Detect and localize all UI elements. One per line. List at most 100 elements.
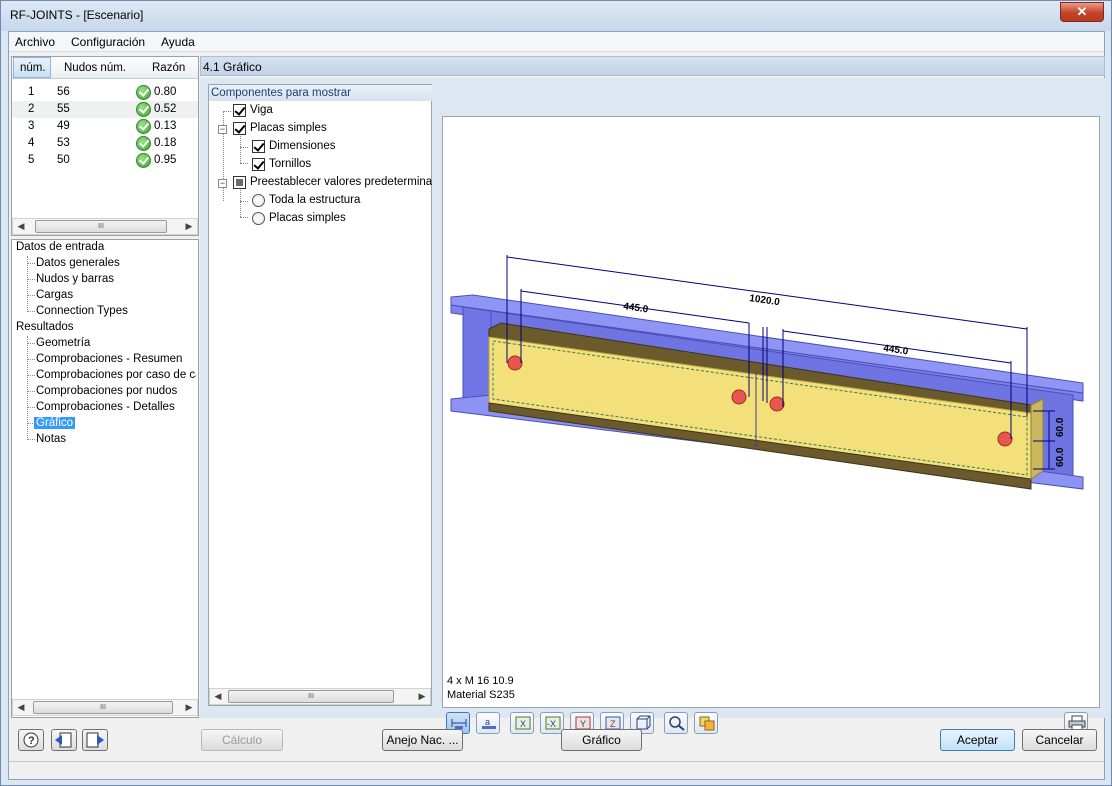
label-placas-radio: Placas simples bbox=[269, 212, 346, 224]
collapse-icon[interactable]: − bbox=[218, 179, 227, 188]
scroll-thumb[interactable]: III bbox=[35, 220, 167, 233]
row-ratio: 0.80 bbox=[154, 86, 177, 98]
graphic-view[interactable]: 1020.0 445.0 445.0 60.0 60.0 4 x M 16 10… bbox=[442, 116, 1100, 708]
check-ok-icon bbox=[136, 85, 151, 100]
nav-item-geometria[interactable]: Geometría bbox=[36, 337, 90, 349]
checkbox-tornillos[interactable] bbox=[252, 158, 265, 171]
col-header-nodes[interactable]: Nudos núm. bbox=[64, 62, 126, 74]
checkbox-placas-simples[interactable] bbox=[233, 122, 246, 135]
row-nodes: 55 bbox=[57, 103, 70, 115]
scroll-right-icon[interactable]: ▶ bbox=[181, 700, 197, 715]
nav-horizontal-scrollbar[interactable]: ◀ III ▶ bbox=[12, 699, 198, 716]
checkbox-dimensiones[interactable] bbox=[252, 140, 265, 153]
table-row[interactable]: 1 56 0.80 bbox=[12, 84, 198, 101]
menu-ayuda[interactable]: Ayuda bbox=[161, 35, 195, 49]
table-row[interactable]: 3 49 0.13 bbox=[12, 118, 198, 135]
row-num: 5 bbox=[28, 154, 35, 166]
radio-placas-simples[interactable] bbox=[252, 212, 265, 225]
row-ratio: 0.52 bbox=[154, 103, 177, 115]
tree-line bbox=[27, 311, 35, 312]
next-button[interactable] bbox=[82, 729, 108, 751]
tree-line bbox=[240, 147, 248, 148]
scroll-left-icon[interactable]: ◀ bbox=[13, 700, 29, 715]
navigator-tree: Datos de entrada Datos generales Nudos y… bbox=[11, 239, 199, 718]
table-horizontal-scrollbar[interactable]: ◀ III ▶ bbox=[12, 218, 198, 235]
collapse-icon[interactable]: − bbox=[218, 125, 227, 134]
tree-line bbox=[240, 217, 248, 218]
components-title: Componentes para mostrar bbox=[209, 85, 433, 101]
tree-line bbox=[240, 136, 241, 163]
close-window-button[interactable]: ✕ bbox=[1060, 2, 1104, 22]
nav-item-notas[interactable]: Notas bbox=[36, 433, 66, 445]
label-preset: Preestablecer valores predeterminados bbox=[250, 176, 432, 188]
checkbox-preset[interactable] bbox=[233, 176, 246, 189]
nav-group-input[interactable]: Datos de entrada bbox=[16, 241, 104, 253]
row-num: 4 bbox=[28, 137, 35, 149]
row-ratio: 0.13 bbox=[154, 120, 177, 132]
tree-line bbox=[27, 439, 35, 440]
check-ok-icon bbox=[136, 102, 151, 117]
nav-group-results[interactable]: Resultados bbox=[16, 321, 74, 333]
col-header-num[interactable]: núm. bbox=[20, 62, 46, 74]
label-viga: Viga bbox=[250, 104, 273, 116]
back-arrow-icon bbox=[55, 732, 72, 748]
nav-item-por-caso[interactable]: Comprobaciones por caso de carga bbox=[36, 369, 196, 381]
bolt bbox=[769, 396, 785, 412]
tree-line bbox=[27, 391, 35, 392]
tree-line bbox=[240, 163, 248, 164]
previous-button[interactable] bbox=[51, 729, 77, 751]
nav-item-resumen[interactable]: Comprobaciones - Resumen bbox=[36, 353, 182, 365]
row-ratio: 0.95 bbox=[154, 154, 177, 166]
cancelar-button[interactable]: Cancelar bbox=[1022, 729, 1097, 751]
application-window: RF-JOINTS - [Escenario] ✕ Archivo Config… bbox=[0, 0, 1112, 786]
label-dimensiones: Dimensiones bbox=[269, 140, 336, 152]
components-horizontal-scrollbar[interactable]: ◀ III ▶ bbox=[209, 688, 431, 705]
section-header: 4.1 Gráfico bbox=[200, 56, 1105, 76]
tree-line bbox=[27, 263, 35, 264]
dim-vertical-1-label: 60.0 bbox=[1055, 417, 1066, 437]
radio-toda-estructura[interactable] bbox=[252, 194, 265, 207]
scroll-left-icon[interactable]: ◀ bbox=[210, 689, 226, 704]
nav-item-connection-types[interactable]: Connection Types bbox=[36, 305, 128, 317]
label-tornillos: Tornillos bbox=[269, 158, 312, 170]
col-header-ratio[interactable]: Razón bbox=[152, 62, 185, 74]
table-row[interactable]: 4 53 0.18 bbox=[12, 135, 198, 152]
table-row[interactable]: 2 55 0.52 bbox=[12, 101, 198, 118]
row-nodes: 50 bbox=[57, 154, 70, 166]
table-row[interactable]: 5 50 0.95 bbox=[12, 152, 198, 169]
bolt bbox=[507, 355, 523, 371]
scroll-left-icon[interactable]: ◀ bbox=[13, 219, 29, 234]
nav-item-cargas[interactable]: Cargas bbox=[36, 289, 73, 301]
nav-item-datos-generales[interactable]: Datos generales bbox=[36, 257, 120, 269]
row-num: 3 bbox=[28, 120, 35, 132]
calculo-button[interactable]: Cálculo bbox=[201, 729, 283, 751]
menu-archivo[interactable]: Archivo bbox=[15, 35, 55, 49]
scroll-right-icon[interactable]: ▶ bbox=[414, 689, 430, 704]
nav-item-por-nudos[interactable]: Comprobaciones por nudos bbox=[36, 385, 177, 397]
nav-item-detalles[interactable]: Comprobaciones - Detalles bbox=[36, 401, 175, 413]
dialog-button-bar: ? Cálculo Anejo Nac. ... Gráfico Aceptar… bbox=[9, 720, 1104, 760]
scroll-thumb[interactable]: III bbox=[33, 701, 173, 714]
label-placas-simples: Placas simples bbox=[250, 122, 327, 134]
tree-line bbox=[27, 256, 28, 312]
row-num: 1 bbox=[28, 86, 35, 98]
joints-table: núm. Nudos núm. Razón 1 56 0.80 2 55 0.5… bbox=[11, 56, 199, 236]
nav-item-grafico[interactable]: Gráfico bbox=[34, 417, 76, 429]
nav-item-nudos-barras[interactable]: Nudos y barras bbox=[36, 273, 114, 285]
tree-line bbox=[27, 375, 35, 376]
label-toda-estructura: Toda la estructura bbox=[269, 194, 361, 206]
dim-vertical-2-label: 60.0 bbox=[1055, 447, 1066, 467]
scroll-thumb[interactable]: III bbox=[228, 690, 394, 703]
checkbox-viga[interactable] bbox=[233, 104, 246, 117]
beam-web-end bbox=[462, 306, 492, 406]
svg-text:?: ? bbox=[28, 735, 35, 747]
bolt bbox=[997, 431, 1013, 447]
help-button[interactable]: ? bbox=[18, 729, 44, 751]
status-bar bbox=[9, 761, 1104, 779]
aceptar-button[interactable]: Aceptar bbox=[940, 729, 1015, 751]
scroll-right-icon[interactable]: ▶ bbox=[181, 219, 197, 234]
grafico-button[interactable]: Gráfico bbox=[561, 729, 642, 751]
menu-configuracion[interactable]: Configuración bbox=[71, 35, 145, 49]
anejo-nacional-button[interactable]: Anejo Nac. ... bbox=[382, 729, 463, 751]
tree-line bbox=[223, 111, 231, 112]
